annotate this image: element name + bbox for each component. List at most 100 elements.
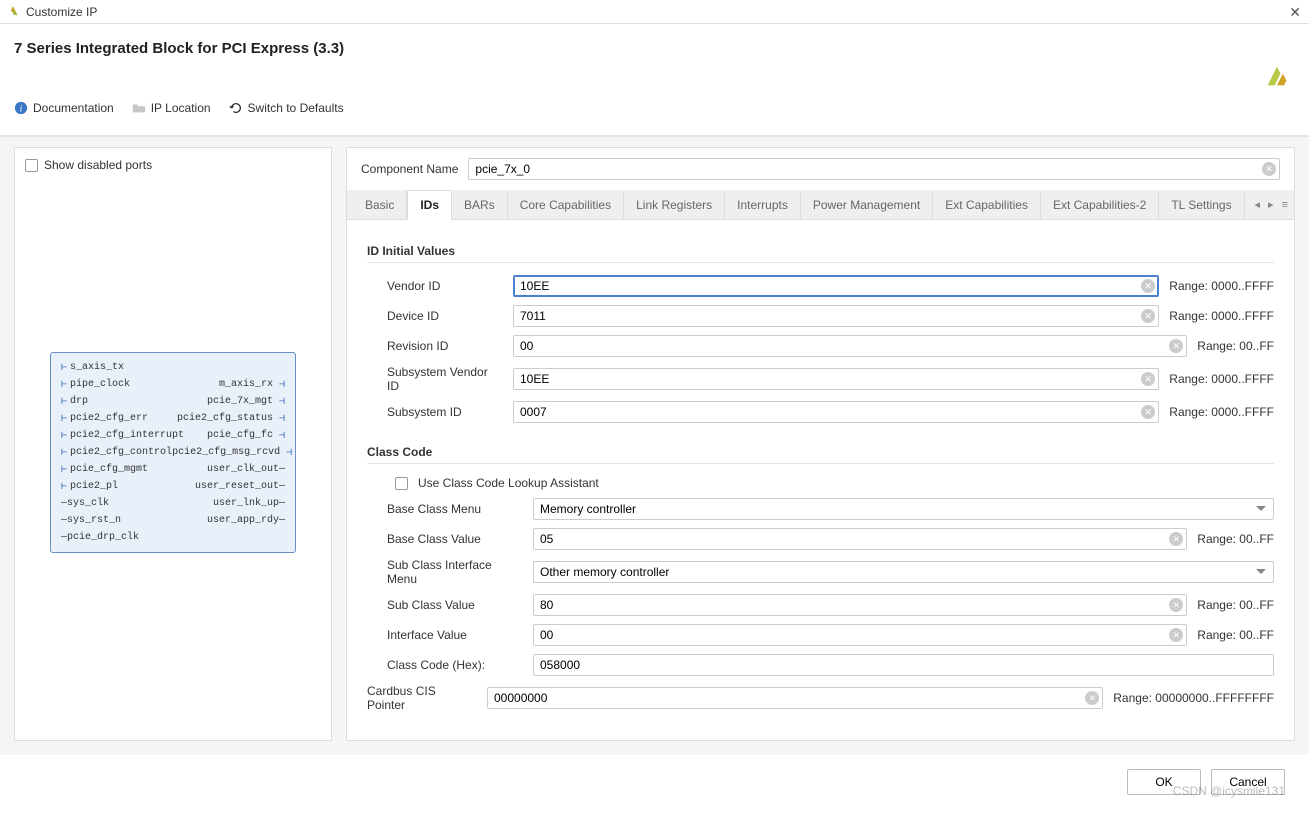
port-left: pcie2_cfg_control [61,447,172,459]
vendor-id-row: Vendor ID ✕ Range: 0000..FFFF [367,275,1274,297]
cardbus-input[interactable] [487,687,1103,709]
port-right: pcie_7x_mgt [207,396,285,408]
class-code-hex-input[interactable] [533,654,1274,676]
xilinx-logo-icon [1263,62,1291,90]
clear-icon[interactable]: ✕ [1141,309,1155,323]
svg-text:i: i [20,104,23,115]
subsys-vendor-id-range: Range: 0000..FFFF [1169,372,1274,386]
tabbar: Basic IDs BARs Core Capabilities Link Re… [347,190,1294,220]
device-id-row: Device ID ✕ Range: 0000..FFFF [367,305,1274,327]
port-left: pcie2_cfg_interrupt [61,430,184,442]
show-disabled-ports-checkbox[interactable] [25,159,38,172]
cardbus-label: Cardbus CIS Pointer [367,684,477,712]
use-lookup-label: Use Class Code Lookup Assistant [418,476,599,490]
cardbus-range: Range: 00000000..FFFFFFFF [1113,691,1274,705]
page-title: 7 Series Integrated Block for PCI Expres… [14,40,1295,57]
diagram-panel: Show disabled ports s_axis_tx pipe_clock… [14,147,332,741]
use-lookup-checkbox[interactable] [395,477,408,490]
tab-core-capabilities[interactable]: Core Capabilities [508,191,624,219]
port-left: sys_rst_n [61,515,121,526]
ip-block-diagram: s_axis_tx pipe_clockm_axis_rx drppcie_7x… [50,352,296,553]
tab-menu-icon[interactable]: ≡ [1282,199,1288,211]
clear-icon[interactable]: ✕ [1141,279,1155,293]
base-class-menu-select[interactable]: Memory controller [533,498,1274,520]
use-lookup-row: Use Class Code Lookup Assistant [367,476,1274,490]
base-class-menu-label: Base Class Menu [387,502,523,516]
switch-defaults-button[interactable]: Switch to Defaults [229,101,344,115]
footer: OK Cancel [0,755,1309,811]
subsys-id-label: Subsystem ID [387,405,503,419]
clear-icon[interactable]: ✕ [1169,339,1183,353]
clear-icon[interactable]: ✕ [1169,532,1183,546]
base-class-value-row: Base Class Value ✕ Range: 00..FF [367,528,1274,550]
subsystem-vendor-id-row: Subsystem Vendor ID ✕ Range: 0000..FFFF [367,365,1274,393]
clear-icon[interactable]: ✕ [1085,691,1099,705]
tab-basic[interactable]: Basic [353,191,407,219]
revision-id-input[interactable] [513,335,1187,357]
interface-value-label: Interface Value [387,628,523,642]
ip-location-button[interactable]: IP Location [132,101,211,115]
clear-icon[interactable]: ✕ [1141,372,1155,386]
vendor-id-range: Range: 0000..FFFF [1169,279,1274,293]
subsys-id-input[interactable] [513,401,1159,423]
revision-id-row: Revision ID ✕ Range: 00..FF [367,335,1274,357]
tab-bars[interactable]: BARs [452,191,508,219]
clear-icon[interactable]: ✕ [1262,162,1276,176]
tab-ext-capabilities[interactable]: Ext Capabilities [933,191,1041,219]
sub-class-value-label: Sub Class Value [387,598,523,612]
tab-interrupts[interactable]: Interrupts [725,191,801,219]
interface-value-row: Interface Value ✕ Range: 00..FF [367,624,1274,646]
window-title: Customize IP [26,5,97,19]
refresh-icon [229,101,243,115]
class-code-hex-label: Class Code (Hex): [387,658,523,672]
tab-scroll-left-icon[interactable]: ◂ [1255,198,1261,211]
port-right: user_clk_out [207,464,285,475]
tab-ext-capabilities-2[interactable]: Ext Capabilities-2 [1041,191,1159,219]
tab-power-management[interactable]: Power Management [801,191,933,219]
tab-content: ID Initial Values Vendor ID ✕ Range: 000… [347,220,1294,740]
ok-button[interactable]: OK [1127,769,1201,795]
base-class-value-input[interactable] [533,528,1187,550]
sub-class-menu-select[interactable]: Other memory controller [533,561,1274,583]
toolbar: i Documentation IP Location Switch to De… [14,91,1295,125]
device-id-label: Device ID [387,309,503,323]
port-right: m_axis_rx [219,379,285,391]
revision-id-range: Range: 00..FF [1197,339,1274,353]
class-code-hex-row: Class Code (Hex): [367,654,1274,676]
clear-icon[interactable]: ✕ [1141,405,1155,419]
port-right: user_app_rdy [207,515,285,526]
device-id-range: Range: 0000..FFFF [1169,309,1274,323]
folder-icon [132,101,146,115]
component-name-input[interactable] [468,158,1280,180]
revision-id-label: Revision ID [387,339,503,353]
close-icon[interactable]: ✕ [1289,4,1301,21]
tab-tl-settings[interactable]: TL Settings [1159,191,1244,219]
sub-class-menu-label: Sub Class Interface Menu [387,558,523,586]
tab-ids[interactable]: IDs [407,190,452,220]
base-class-value-range: Range: 00..FF [1197,532,1274,546]
port-left: s_axis_tx [61,362,124,374]
port-left: pcie_cfg_mgmt [61,464,148,476]
clear-icon[interactable]: ✕ [1169,598,1183,612]
subsys-id-range: Range: 0000..FFFF [1169,405,1274,419]
cancel-button[interactable]: Cancel [1211,769,1285,795]
header: 7 Series Integrated Block for PCI Expres… [0,24,1309,136]
device-id-input[interactable] [513,305,1159,327]
interface-value-input[interactable] [533,624,1187,646]
tab-scroll-right-icon[interactable]: ▸ [1268,198,1274,211]
subsys-vendor-id-input[interactable] [513,368,1159,390]
sub-class-menu-row: Sub Class Interface Menu Other memory co… [367,558,1274,586]
vendor-id-label: Vendor ID [387,279,503,293]
port-left: pcie_drp_clk [61,532,139,543]
clear-icon[interactable]: ✕ [1169,628,1183,642]
base-class-value-label: Base Class Value [387,532,523,546]
subsystem-id-row: Subsystem ID ✕ Range: 0000..FFFF [367,401,1274,423]
port-right: pcie2_cfg_msg_rcvd [172,447,292,459]
documentation-button[interactable]: i Documentation [14,101,114,115]
sub-class-value-input[interactable] [533,594,1187,616]
section-id-initial: ID Initial Values [367,244,1274,263]
vendor-id-input[interactable] [513,275,1159,297]
tab-link-registers[interactable]: Link Registers [624,191,725,219]
port-left: pcie2_pl [61,481,118,493]
show-disabled-ports-row[interactable]: Show disabled ports [25,158,321,172]
